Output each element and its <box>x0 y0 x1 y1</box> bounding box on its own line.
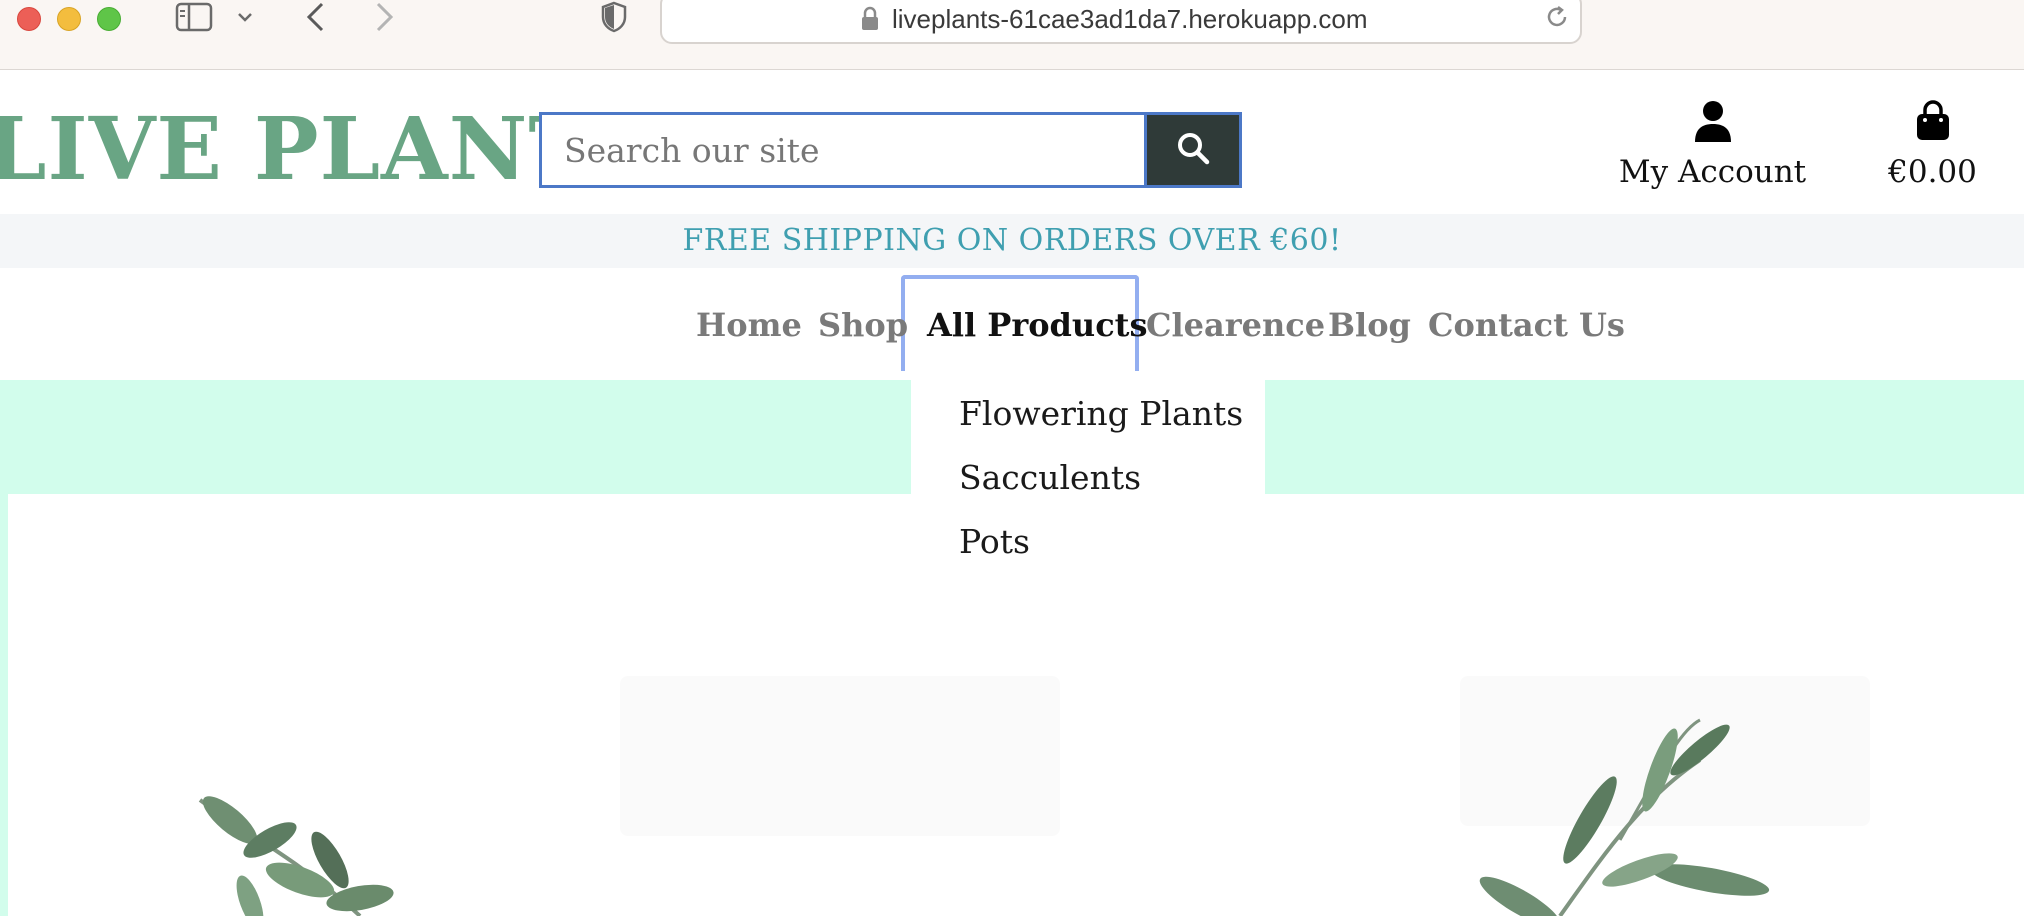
close-window-button[interactable] <box>17 7 41 31</box>
all-products-dropdown: Flowering Plants Sacculents Pots <box>911 372 1265 572</box>
hero-leaves-illustration <box>0 640 2024 916</box>
nav-item-all-products[interactable]: All Products <box>927 306 1147 344</box>
search-button[interactable] <box>1144 112 1242 188</box>
nav-item-contact-us[interactable]: Contact Us <box>1428 306 1625 344</box>
sidebar-toggle-icon[interactable] <box>172 0 216 34</box>
my-account-label: My Account <box>1618 154 1807 190</box>
address-bar[interactable]: liveplants-61cae3ad1da7.herokuapp.com <box>660 0 1582 44</box>
reload-icon[interactable] <box>1544 4 1570 34</box>
my-account-link[interactable]: My Account <box>1610 100 1815 190</box>
dropdown-item-flowering-plants[interactable]: Flowering Plants <box>959 394 1243 433</box>
dropdown-item-pots[interactable]: Pots <box>959 522 1030 561</box>
chevron-down-icon[interactable] <box>234 0 256 34</box>
privacy-shield-icon[interactable] <box>598 0 630 34</box>
shopping-bag-icon <box>1914 100 1952 146</box>
dropdown-item-sacculents[interactable]: Sacculents <box>959 458 1141 497</box>
minimize-window-button[interactable] <box>57 7 81 31</box>
lock-icon <box>860 6 880 36</box>
nav-item-home[interactable]: Home <box>696 306 802 344</box>
user-icon <box>1693 101 1733 146</box>
nav-item-blog[interactable]: Blog <box>1328 306 1411 344</box>
search-icon <box>1175 130 1211 170</box>
nav-item-clearence[interactable]: Clearence <box>1146 306 1325 344</box>
search-input[interactable] <box>539 112 1144 188</box>
cart-link[interactable]: €0.00 <box>1880 100 1985 190</box>
main-nav: Home Shop All Products Clearence Blog Co… <box>0 286 2024 346</box>
browser-toolbar: liveplants-61cae3ad1da7.herokuapp.com <box>0 0 2024 70</box>
cart-total: €0.00 <box>1888 154 1977 190</box>
nav-item-shop[interactable]: Shop <box>818 306 908 344</box>
back-arrow-icon[interactable] <box>300 0 330 34</box>
search-form <box>539 112 1242 188</box>
zoom-window-button[interactable] <box>97 7 121 31</box>
forward-arrow-icon[interactable] <box>370 0 400 34</box>
url-text: liveplants-61cae3ad1da7.herokuapp.com <box>892 4 1368 34</box>
free-shipping-banner: FREE SHIPPING ON ORDERS OVER €60! <box>0 214 2024 268</box>
